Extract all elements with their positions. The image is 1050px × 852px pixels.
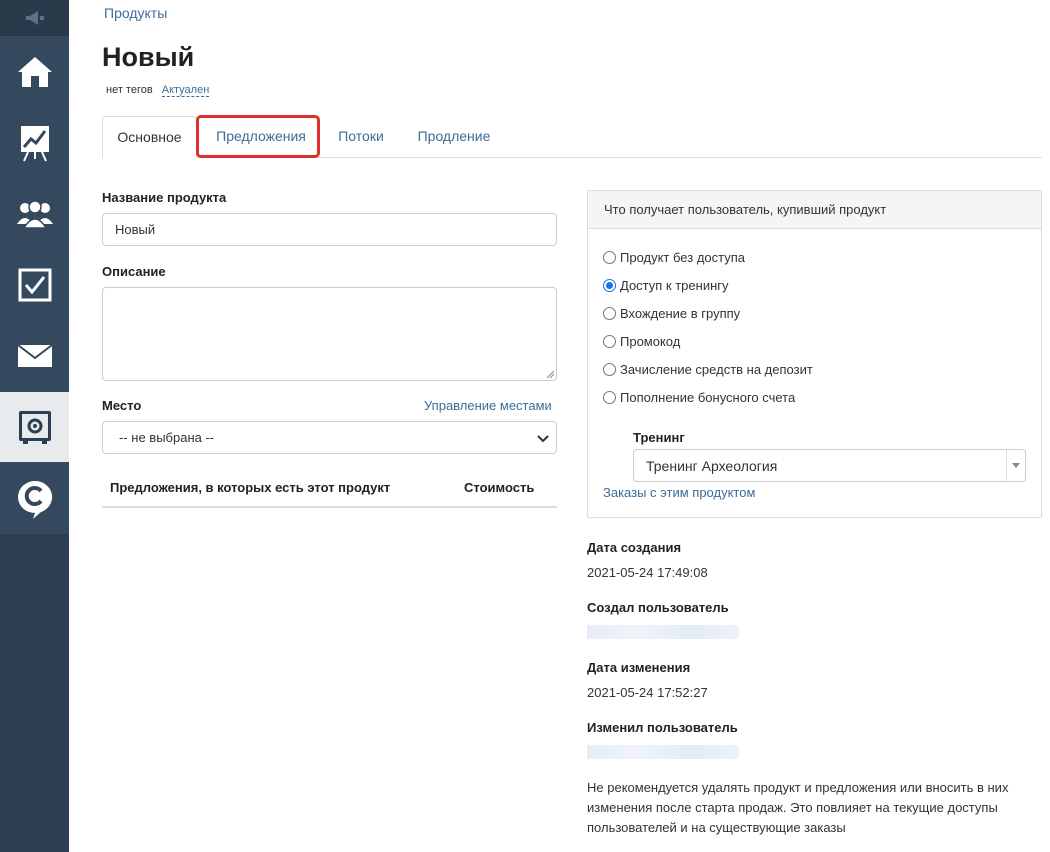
- radio-training-access[interactable]: [603, 279, 616, 292]
- sidebar-item-messages[interactable]: [0, 321, 69, 392]
- chart-board-icon: [20, 126, 49, 162]
- option-label: Пополнение бонусного счета: [620, 390, 796, 405]
- modified-date-value: 2021-05-24 17:52:27: [587, 685, 708, 700]
- access-panel: Что получает пользователь, купивший прод…: [587, 190, 1042, 518]
- training-select-value: Тренинг Археология: [646, 457, 778, 474]
- option-label: Доступ к тренингу: [620, 278, 729, 293]
- sidebar-announcements[interactable]: [0, 0, 69, 37]
- sidebar-item-sales[interactable]: [0, 392, 69, 463]
- no-tags-text: нет тегов: [106, 84, 153, 96]
- status-link[interactable]: Актуален: [161, 84, 210, 97]
- sidebar: [0, 0, 69, 852]
- option-deposit[interactable]: Зачисление средств на депозит: [603, 362, 813, 377]
- checkbox-icon: [18, 268, 51, 302]
- tab-main[interactable]: Основное: [102, 116, 197, 158]
- training-label: Тренинг: [633, 430, 685, 445]
- place-label: Место: [102, 398, 142, 413]
- breadcrumb-products[interactable]: Продукты: [104, 5, 167, 21]
- caret-down-icon: [1012, 463, 1020, 468]
- radio-promocode[interactable]: [603, 335, 616, 348]
- col-offers: Предложения, в которых есть этот продукт: [110, 480, 391, 495]
- product-name-input[interactable]: [102, 213, 557, 246]
- tab-offers[interactable]: Предложения: [202, 116, 320, 158]
- modified-by-label: Изменил пользователь: [587, 720, 738, 735]
- option-label: Промокод: [620, 334, 681, 349]
- tab-bar: Основное Предложения Потоки Продление: [102, 116, 1042, 158]
- chevron-down-icon: [537, 435, 549, 443]
- users-icon: [16, 200, 53, 229]
- product-name-label: Название продукта: [102, 190, 227, 205]
- option-no-access[interactable]: Продукт без доступа: [603, 250, 745, 265]
- sidebar-item-chat[interactable]: [0, 463, 69, 534]
- option-training-access[interactable]: Доступ к тренингу: [603, 278, 729, 293]
- sidebar-item-home[interactable]: [0, 37, 69, 108]
- page-title: Новый: [102, 42, 195, 72]
- offers-table-header: Предложения, в которых есть этот продукт…: [102, 470, 557, 508]
- warning-note: Не рекомендуется удалять продукт и предл…: [587, 780, 1009, 835]
- orders-with-product-link[interactable]: Заказы с этим продуктом: [603, 485, 755, 500]
- radio-deposit[interactable]: [603, 363, 616, 376]
- option-label: Продукт без доступа: [620, 250, 746, 265]
- sidebar-item-statistics[interactable]: [0, 108, 69, 179]
- chat-logo-icon: [17, 480, 52, 519]
- place-select[interactable]: -- не выбрана --: [102, 421, 557, 454]
- created-date-label: Дата создания: [587, 540, 682, 555]
- radio-bonus[interactable]: [603, 391, 616, 404]
- main-content: Продукты Новый нет тегов Актуален Основн…: [69, 0, 1050, 852]
- training-select[interactable]: Тренинг Археология: [633, 449, 1026, 482]
- radio-group[interactable]: [603, 307, 616, 320]
- home-icon: [17, 57, 52, 87]
- radio-no-access[interactable]: [603, 251, 616, 264]
- access-panel-header: Что получает пользователь, купивший прод…: [588, 191, 1041, 229]
- mail-icon: [16, 344, 53, 367]
- select-divider: [1006, 450, 1007, 481]
- resize-handle-icon[interactable]: [546, 370, 555, 379]
- tab-renewal[interactable]: Продление: [405, 116, 503, 158]
- option-label: Вхождение в группу: [620, 306, 741, 321]
- sidebar-item-users[interactable]: [0, 179, 69, 250]
- place-select-value: -- не выбрана --: [119, 430, 215, 445]
- description-label: Описание: [102, 264, 166, 279]
- safe-icon: [18, 411, 51, 444]
- option-group[interactable]: Вхождение в группу: [603, 306, 740, 321]
- megaphone-icon: [25, 11, 44, 25]
- option-promocode[interactable]: Промокод: [603, 334, 680, 349]
- created-by-redacted: [587, 625, 739, 639]
- tags-row: нет тегов Актуален: [106, 84, 210, 97]
- option-label: Зачисление средств на депозит: [620, 362, 813, 377]
- tab-streams[interactable]: Потоки: [328, 116, 394, 158]
- modified-date-label: Дата изменения: [587, 660, 691, 675]
- option-bonus[interactable]: Пополнение бонусного счета: [603, 390, 795, 405]
- modified-by-redacted: [587, 745, 739, 759]
- manage-places-link[interactable]: Управление местами: [424, 398, 552, 413]
- created-by-label: Создал пользователь: [587, 600, 729, 615]
- description-textarea[interactable]: [102, 287, 557, 381]
- created-date-value: 2021-05-24 17:49:08: [587, 565, 708, 580]
- sidebar-item-tasks[interactable]: [0, 250, 69, 321]
- col-price: Стоимость: [464, 480, 535, 495]
